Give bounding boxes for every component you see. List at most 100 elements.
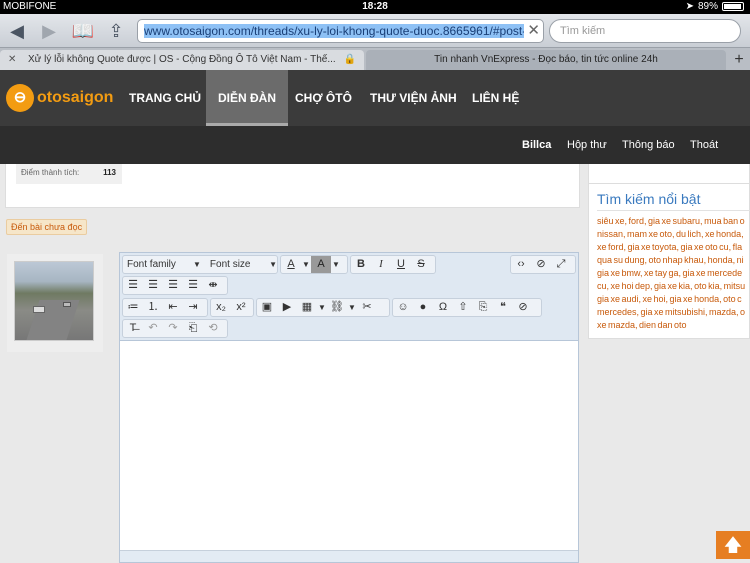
- text-color-icon[interactable]: A: [281, 256, 301, 273]
- redo-icon[interactable]: ↷: [163, 320, 183, 337]
- font-size-label: Font size: [209, 259, 251, 270]
- quote-icon[interactable]: ❝: [493, 299, 513, 316]
- chevron-down-icon[interactable]: ▼: [317, 299, 327, 316]
- lock-icon: 🔒: [343, 54, 356, 65]
- tab-vnexpress[interactable]: Tin nhanh VnExpress - Đọc báo, tin tức o…: [366, 50, 726, 70]
- font-family-select[interactable]: Font family ▼ Font size ▼: [122, 255, 278, 274]
- image-icon[interactable]: ▣: [257, 299, 277, 316]
- special-char-icon[interactable]: Ω: [433, 299, 453, 316]
- trending-tags[interactable]: siêu xe, ford, gia xe subaru, mua ban o …: [597, 215, 750, 335]
- align-group: ☰ ☰ ☰ ☰ ⇼: [122, 276, 228, 295]
- nav-home[interactable]: TRANG CHỦ: [117, 70, 213, 126]
- editor-resize-bar[interactable]: [120, 550, 578, 562]
- address-bar[interactable]: www.otosaigon.com/threads/xu-ly-loi-khon…: [137, 19, 544, 43]
- outdent-icon[interactable]: ⇤: [163, 299, 183, 316]
- misc-group: ☺ ● Ω ⇧ ⎘ ❝ ⊘: [392, 298, 542, 317]
- site-nav: ⊖ otosaigon TRANG CHỦ DIỄN ĐÀN CHỢ ÔTÔ T…: [0, 70, 750, 126]
- subscript-icon[interactable]: x₂: [211, 299, 231, 316]
- nav-market[interactable]: CHỢ ÔTÔ: [283, 70, 364, 126]
- location-icon: ➤: [685, 1, 694, 12]
- inbox-link[interactable]: Hộp thư: [567, 126, 607, 164]
- unlink-icon[interactable]: ✂: [357, 299, 377, 316]
- chevron-down-icon[interactable]: ▼: [301, 256, 311, 273]
- site-logo[interactable]: ⊖ otosaigon: [6, 84, 113, 112]
- alerts-link[interactable]: Thông báo: [622, 126, 675, 164]
- logo-mark-icon: ⊖: [6, 84, 34, 112]
- font-family-label: Font family: [127, 259, 176, 270]
- scroll-to-top-button[interactable]: 🡅: [716, 531, 750, 559]
- user-name-link[interactable]: Billca: [522, 126, 551, 164]
- stat-value: 113: [103, 168, 116, 177]
- sidebar-block-end: [588, 164, 750, 184]
- template-icon[interactable]: ⎘: [473, 299, 493, 316]
- align-right-icon[interactable]: ☰: [163, 277, 183, 294]
- back-icon[interactable]: ◀: [4, 19, 30, 43]
- code-view-icon[interactable]: ‹›: [511, 256, 531, 273]
- clear-format-icon[interactable]: T̶: [123, 320, 143, 337]
- tab-otosaigon[interactable]: ✕ Xử lý lỗi không Quote được | OS - Cộng…: [0, 50, 364, 70]
- strikethrough-icon[interactable]: S: [411, 256, 431, 273]
- trending-searches-title: Tìm kiếm nổi bật: [597, 191, 701, 207]
- trending-searches-box: Tìm kiếm nổi bật siêu xe, ford, gia xe s…: [588, 183, 750, 339]
- table-icon[interactable]: ▦: [297, 299, 317, 316]
- numbered-list-icon[interactable]: ⒈: [143, 299, 163, 316]
- battery-percent: 89%: [697, 1, 718, 12]
- clock: 18:28: [362, 1, 388, 12]
- ios-status-bar: MOBIFONE 18:28 ➤ 89%: [0, 0, 750, 14]
- forward-icon[interactable]: ▶: [36, 19, 62, 43]
- restore-draft-icon[interactable]: ⟲: [203, 320, 223, 337]
- search-field[interactable]: Tìm kiếm: [549, 19, 741, 43]
- bg-color-icon[interactable]: A: [311, 256, 331, 273]
- clear-url-icon[interactable]: ✕: [527, 21, 540, 39]
- tab-bar: ✕ Xử lý lỗi không Quote được | OS - Cộng…: [0, 48, 750, 70]
- bold-icon[interactable]: B: [351, 256, 371, 273]
- bookmarks-icon[interactable]: 📖: [70, 19, 96, 43]
- logout-link[interactable]: Thoát: [690, 126, 718, 164]
- page-break-icon[interactable]: ⇼: [203, 277, 223, 294]
- nav-forum[interactable]: DIỄN ĐÀN: [206, 70, 289, 126]
- editor-textarea[interactable]: [120, 341, 578, 550]
- underline-icon[interactable]: U: [391, 256, 411, 273]
- italic-icon[interactable]: I: [371, 256, 391, 273]
- remove-format-icon[interactable]: ⊘: [531, 256, 551, 273]
- close-tab-icon[interactable]: ✕: [8, 50, 16, 70]
- view-group: ‹› ⊘ ⤢: [510, 255, 576, 274]
- share-icon[interactable]: ⇪: [103, 19, 129, 43]
- paste-icon[interactable]: ⎗: [183, 320, 203, 337]
- stat-label: Điểm thành tích:: [21, 168, 80, 177]
- align-center-icon[interactable]: ☰: [143, 277, 163, 294]
- smiley-icon[interactable]: ☺: [393, 299, 413, 316]
- battery-icon: [722, 2, 744, 11]
- align-left-icon[interactable]: ☰: [123, 277, 143, 294]
- avatar[interactable]: [14, 261, 94, 341]
- fullscreen-icon[interactable]: ⤢: [551, 256, 571, 273]
- upload-icon[interactable]: ⇧: [453, 299, 473, 316]
- new-tab-icon[interactable]: +: [728, 50, 750, 70]
- undo-icon[interactable]: ↶: [143, 320, 163, 337]
- media-icon[interactable]: ▶: [277, 299, 297, 316]
- reply-editor: Font family ▼ Font size ▼ A ▼ A ▼ B I U …: [119, 252, 579, 563]
- chevron-down-icon[interactable]: ▼: [347, 299, 357, 316]
- editor-toolbar: Font family ▼ Font size ▼ A ▼ A ▼ B I U …: [120, 253, 578, 341]
- nav-gallery[interactable]: THƯ VIỆN ẢNH: [358, 70, 469, 126]
- status-right: ➤ 89%: [686, 1, 744, 12]
- user-card: Điểm thành tích: 113: [5, 164, 580, 208]
- align-justify-icon[interactable]: ☰: [183, 277, 203, 294]
- url-text: www.otosaigon.com/threads/xu-ly-loi-khon…: [144, 24, 524, 38]
- history-group: T̶ ↶ ↷ ⎗ ⟲: [122, 319, 228, 338]
- format-group: B I U S: [350, 255, 436, 274]
- unread-posts-button[interactable]: Đến bài chưa đọc: [6, 219, 88, 235]
- arrow-up-icon: 🡅: [723, 535, 743, 555]
- indent-icon[interactable]: ⇥: [183, 299, 203, 316]
- chevron-down-icon[interactable]: ▼: [331, 256, 341, 273]
- nav-contact[interactable]: LIÊN HỆ: [460, 70, 531, 126]
- color-group: A ▼ A ▼: [280, 255, 348, 274]
- superscript-icon[interactable]: x²: [231, 299, 251, 316]
- hide-icon[interactable]: ⊘: [513, 299, 533, 316]
- emoticon-icon[interactable]: ●: [413, 299, 433, 316]
- link-icon[interactable]: ⛓: [327, 299, 347, 316]
- chevron-down-icon: ▼: [269, 260, 277, 269]
- bullet-list-icon[interactable]: ≔: [123, 299, 143, 316]
- logo-text: otosaigon: [37, 89, 114, 106]
- avatar-frame: [7, 254, 103, 352]
